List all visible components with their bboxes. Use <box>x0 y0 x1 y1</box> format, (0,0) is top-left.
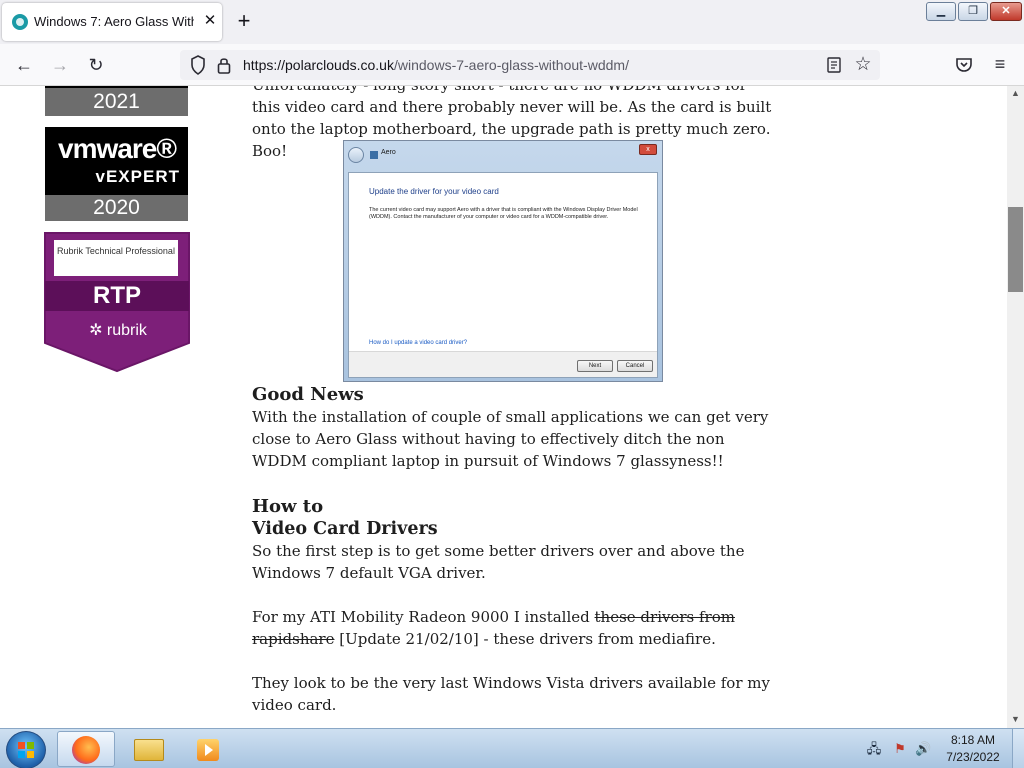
rubrik-rtp-label: RTP <box>93 282 141 309</box>
page-scrollbar[interactable]: ▲ ▼ <box>1007 86 1024 728</box>
start-button[interactable] <box>6 731 46 768</box>
taskbar-explorer-button[interactable] <box>120 731 178 767</box>
web-page: 2021 vmware® vEXPERT 2020 Rubrik Technic… <box>0 86 1008 728</box>
address-bar[interactable]: https://polarclouds.co.uk/windows-7-aero… <box>180 50 880 80</box>
first-step-paragraph: So the first step is to get some better … <box>252 542 745 582</box>
vexpert-label: vEXPERT <box>95 167 180 186</box>
how-to-heading: How to <box>252 496 324 517</box>
intro-paragraph: Unfortunately - long story short - there… <box>252 86 772 160</box>
forward-button[interactable]: → <box>48 53 72 77</box>
vmware-logo: vmware® <box>58 133 177 164</box>
taskbar: 🖧 ⚑ 🔊 8:18 AM 7/23/2022 <box>0 728 1024 768</box>
dialog-text: The current video card may support Aero … <box>369 207 638 220</box>
vexpert-2020-badge[interactable]: vmware® vEXPERT 2020 <box>45 127 188 221</box>
tab-bar: Windows 7: Aero Glass Without ✕ + ▁ ❐ ✕ <box>0 0 1024 44</box>
good-news-heading: Good News <box>252 384 364 405</box>
taskbar-media-player-button[interactable] <box>180 731 238 767</box>
tab-title: Windows 7: Aero Glass Without <box>34 14 194 29</box>
dialog-next-button: Next <box>577 360 613 372</box>
scrollbar-thumb[interactable] <box>1008 207 1023 292</box>
close-window-button[interactable]: ✕ <box>990 2 1022 21</box>
action-center-flag-icon[interactable]: ⚑ <box>892 741 908 757</box>
site-favicon-icon <box>12 14 28 30</box>
rubrik-rtp-badge[interactable]: Rubrik Technical Professional RTP ✲ rubr… <box>43 231 191 373</box>
vista-drivers-paragraph: They look to be the very last Windows Vi… <box>252 674 770 714</box>
scroll-down-icon[interactable]: ▼ <box>1007 712 1024 726</box>
firefox-icon <box>72 736 100 764</box>
folder-icon <box>134 739 164 761</box>
dialog-heading: Update the driver for your video card <box>369 187 499 196</box>
scroll-up-icon[interactable]: ▲ <box>1007 86 1024 100</box>
tab-active[interactable]: Windows 7: Aero Glass Without ✕ <box>2 3 222 41</box>
video-card-drivers-heading: Video Card Drivers <box>252 519 438 539</box>
url-path: /windows-7-aero-glass-without-wddm/ <box>393 57 629 73</box>
ati-prefix-text: For my ATI Mobility Radeon 9000 I instal… <box>252 608 595 626</box>
maximize-button[interactable]: ❐ <box>958 2 988 21</box>
good-news-paragraph: With the installation of couple of small… <box>252 408 769 470</box>
badge-year-2021: 2021 <box>45 88 188 116</box>
show-desktop-button[interactable] <box>1012 729 1024 768</box>
dialog-cancel-button: Cancel <box>617 360 653 372</box>
url-host: https://polarclouds.co.uk <box>243 57 394 73</box>
clock-time[interactable]: 8:18 AM <box>938 733 1008 747</box>
clock-date[interactable]: 7/23/2022 <box>938 750 1008 764</box>
minimize-button[interactable]: ▁ <box>926 2 956 21</box>
pocket-icon[interactable] <box>955 56 973 74</box>
network-icon[interactable]: 🖧 <box>866 741 882 757</box>
rubrik-cert-label: Rubrik Technical Professional <box>54 240 178 276</box>
navigation-toolbar: ← → ↻ https://polarclouds.co.uk/windows-… <box>0 44 1024 86</box>
hamburger-menu-icon[interactable]: ≡ <box>990 54 1010 74</box>
lock-icon[interactable] <box>217 56 231 74</box>
new-tab-button[interactable]: + <box>232 10 256 34</box>
windows-logo-icon <box>18 742 34 758</box>
dialog-body: Update the driver for your video card Th… <box>348 172 658 378</box>
bookmark-star-icon[interactable]: ☆ <box>852 54 874 76</box>
url-text[interactable]: https://polarclouds.co.uk/windows-7-aero… <box>243 57 629 73</box>
volume-icon[interactable]: 🔊 <box>915 741 931 757</box>
media-player-icon <box>197 739 219 761</box>
ati-drivers-paragraph: For my ATI Mobility Radeon 9000 I instal… <box>252 606 772 650</box>
vexpert-2021-badge[interactable]: 2021 <box>45 86 188 116</box>
back-button[interactable]: ← <box>12 53 36 77</box>
ati-suffix-text: [Update 21/02/10] - these drivers from m… <box>334 630 716 648</box>
aero-dialog-screenshot: Aero x Update the driver for your video … <box>343 140 663 382</box>
dialog-footer: Next Cancel <box>349 351 657 377</box>
tracking-protection-shield-icon[interactable] <box>190 55 206 75</box>
reload-button[interactable]: ↻ <box>84 53 108 77</box>
tab-close-button[interactable]: ✕ <box>200 11 220 31</box>
rubrik-brand-label: ✲ rubrik <box>89 322 147 339</box>
taskbar-firefox-button[interactable] <box>57 731 115 767</box>
reader-view-icon[interactable] <box>826 57 842 73</box>
badge-year-2020: 2020 <box>45 195 188 221</box>
dialog-help-link: How do I update a video card driver? <box>369 340 468 346</box>
